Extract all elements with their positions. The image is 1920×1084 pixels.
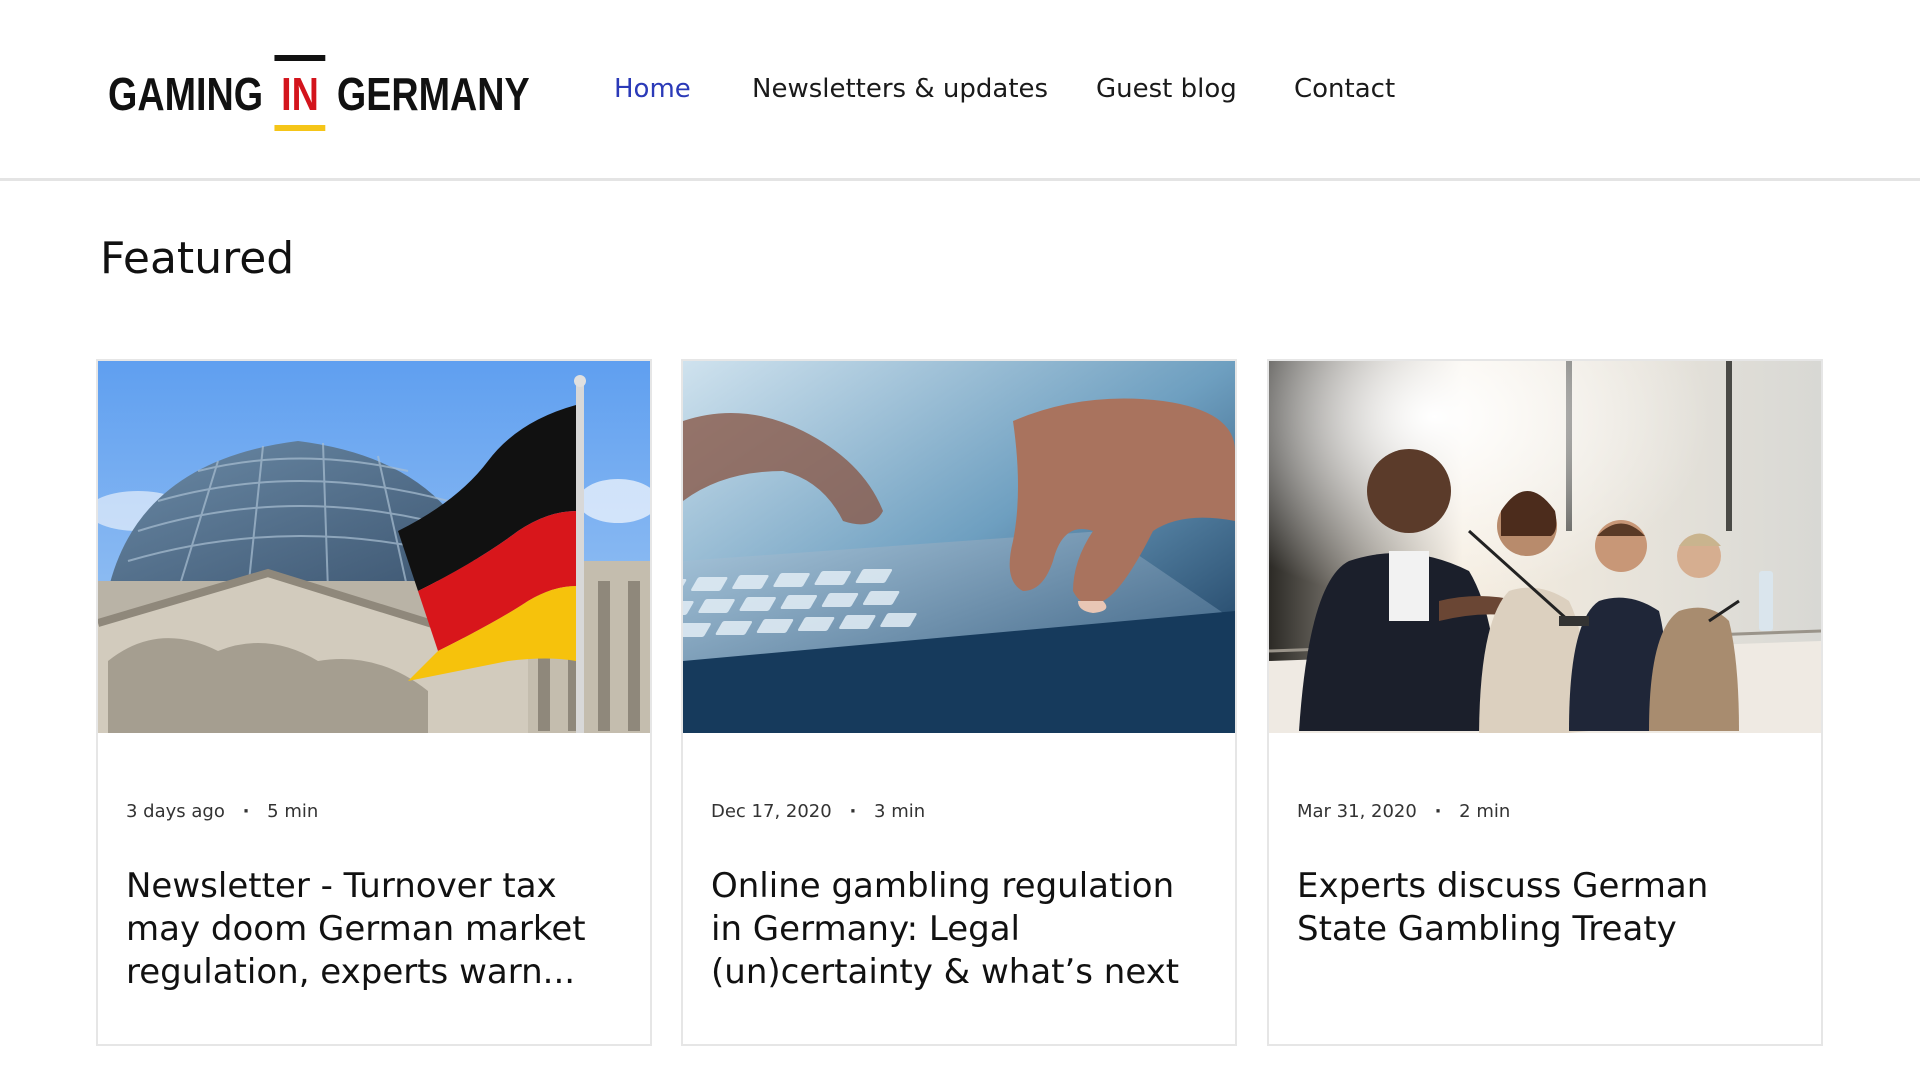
logo-word-in: IN bbox=[274, 55, 326, 131]
site-logo[interactable]: GAMING IN GERMANY bbox=[108, 52, 530, 136]
meta-separator: · bbox=[1434, 801, 1442, 822]
nav-guest-blog[interactable]: Guest blog bbox=[1096, 74, 1237, 104]
site-header: GAMING IN GERMANY Home Newsletters & upd… bbox=[0, 0, 1920, 181]
post-read-time: 3 min bbox=[874, 801, 926, 822]
post-date: Dec 17, 2020 bbox=[711, 801, 832, 822]
post-date: Mar 31, 2020 bbox=[1297, 801, 1417, 822]
post-date: 3 days ago bbox=[126, 801, 225, 822]
conference-illustration bbox=[1269, 361, 1821, 733]
post-card-3[interactable]: Mar 31, 2020 · 2 min Experts discuss Ger… bbox=[1267, 359, 1823, 1046]
post-image-conference[interactable] bbox=[1269, 361, 1821, 733]
post-title[interactable]: Experts discuss German State Gambling Tr… bbox=[1297, 865, 1797, 951]
nav-contact[interactable]: Contact bbox=[1294, 74, 1395, 104]
reichstag-flag-illustration bbox=[98, 361, 650, 733]
post-meta: Dec 17, 2020 · 3 min bbox=[711, 801, 925, 822]
logo-word-gaming: GAMING bbox=[108, 68, 264, 120]
post-card-2[interactable]: Dec 17, 2020 · 3 min Online gambling reg… bbox=[681, 359, 1237, 1046]
meta-separator: · bbox=[849, 801, 857, 822]
logo-gold-bar bbox=[274, 125, 326, 131]
post-card-1[interactable]: 3 days ago · 5 min Newsletter - Turnover… bbox=[96, 359, 652, 1046]
logo-word-germany: GERMANY bbox=[336, 68, 530, 120]
post-meta: Mar 31, 2020 · 2 min bbox=[1297, 801, 1510, 822]
logo-black-bar bbox=[274, 55, 326, 61]
meta-separator: · bbox=[242, 801, 250, 822]
post-image-reichstag[interactable] bbox=[98, 361, 650, 733]
post-read-time: 2 min bbox=[1459, 801, 1511, 822]
featured-heading: Featured bbox=[100, 233, 295, 284]
nav-newsletters[interactable]: Newsletters & updates bbox=[752, 74, 1048, 104]
post-meta: 3 days ago · 5 min bbox=[126, 801, 318, 822]
post-title[interactable]: Online gambling regulation in Germany: L… bbox=[711, 865, 1211, 994]
post-read-time: 5 min bbox=[267, 801, 319, 822]
laptop-typing-illustration bbox=[683, 361, 1235, 733]
logo-in-text: IN bbox=[281, 68, 319, 120]
post-image-laptop[interactable] bbox=[683, 361, 1235, 733]
nav-home[interactable]: Home bbox=[614, 74, 691, 104]
post-title[interactable]: Newsletter - Turnover tax may doom Germa… bbox=[126, 865, 626, 994]
